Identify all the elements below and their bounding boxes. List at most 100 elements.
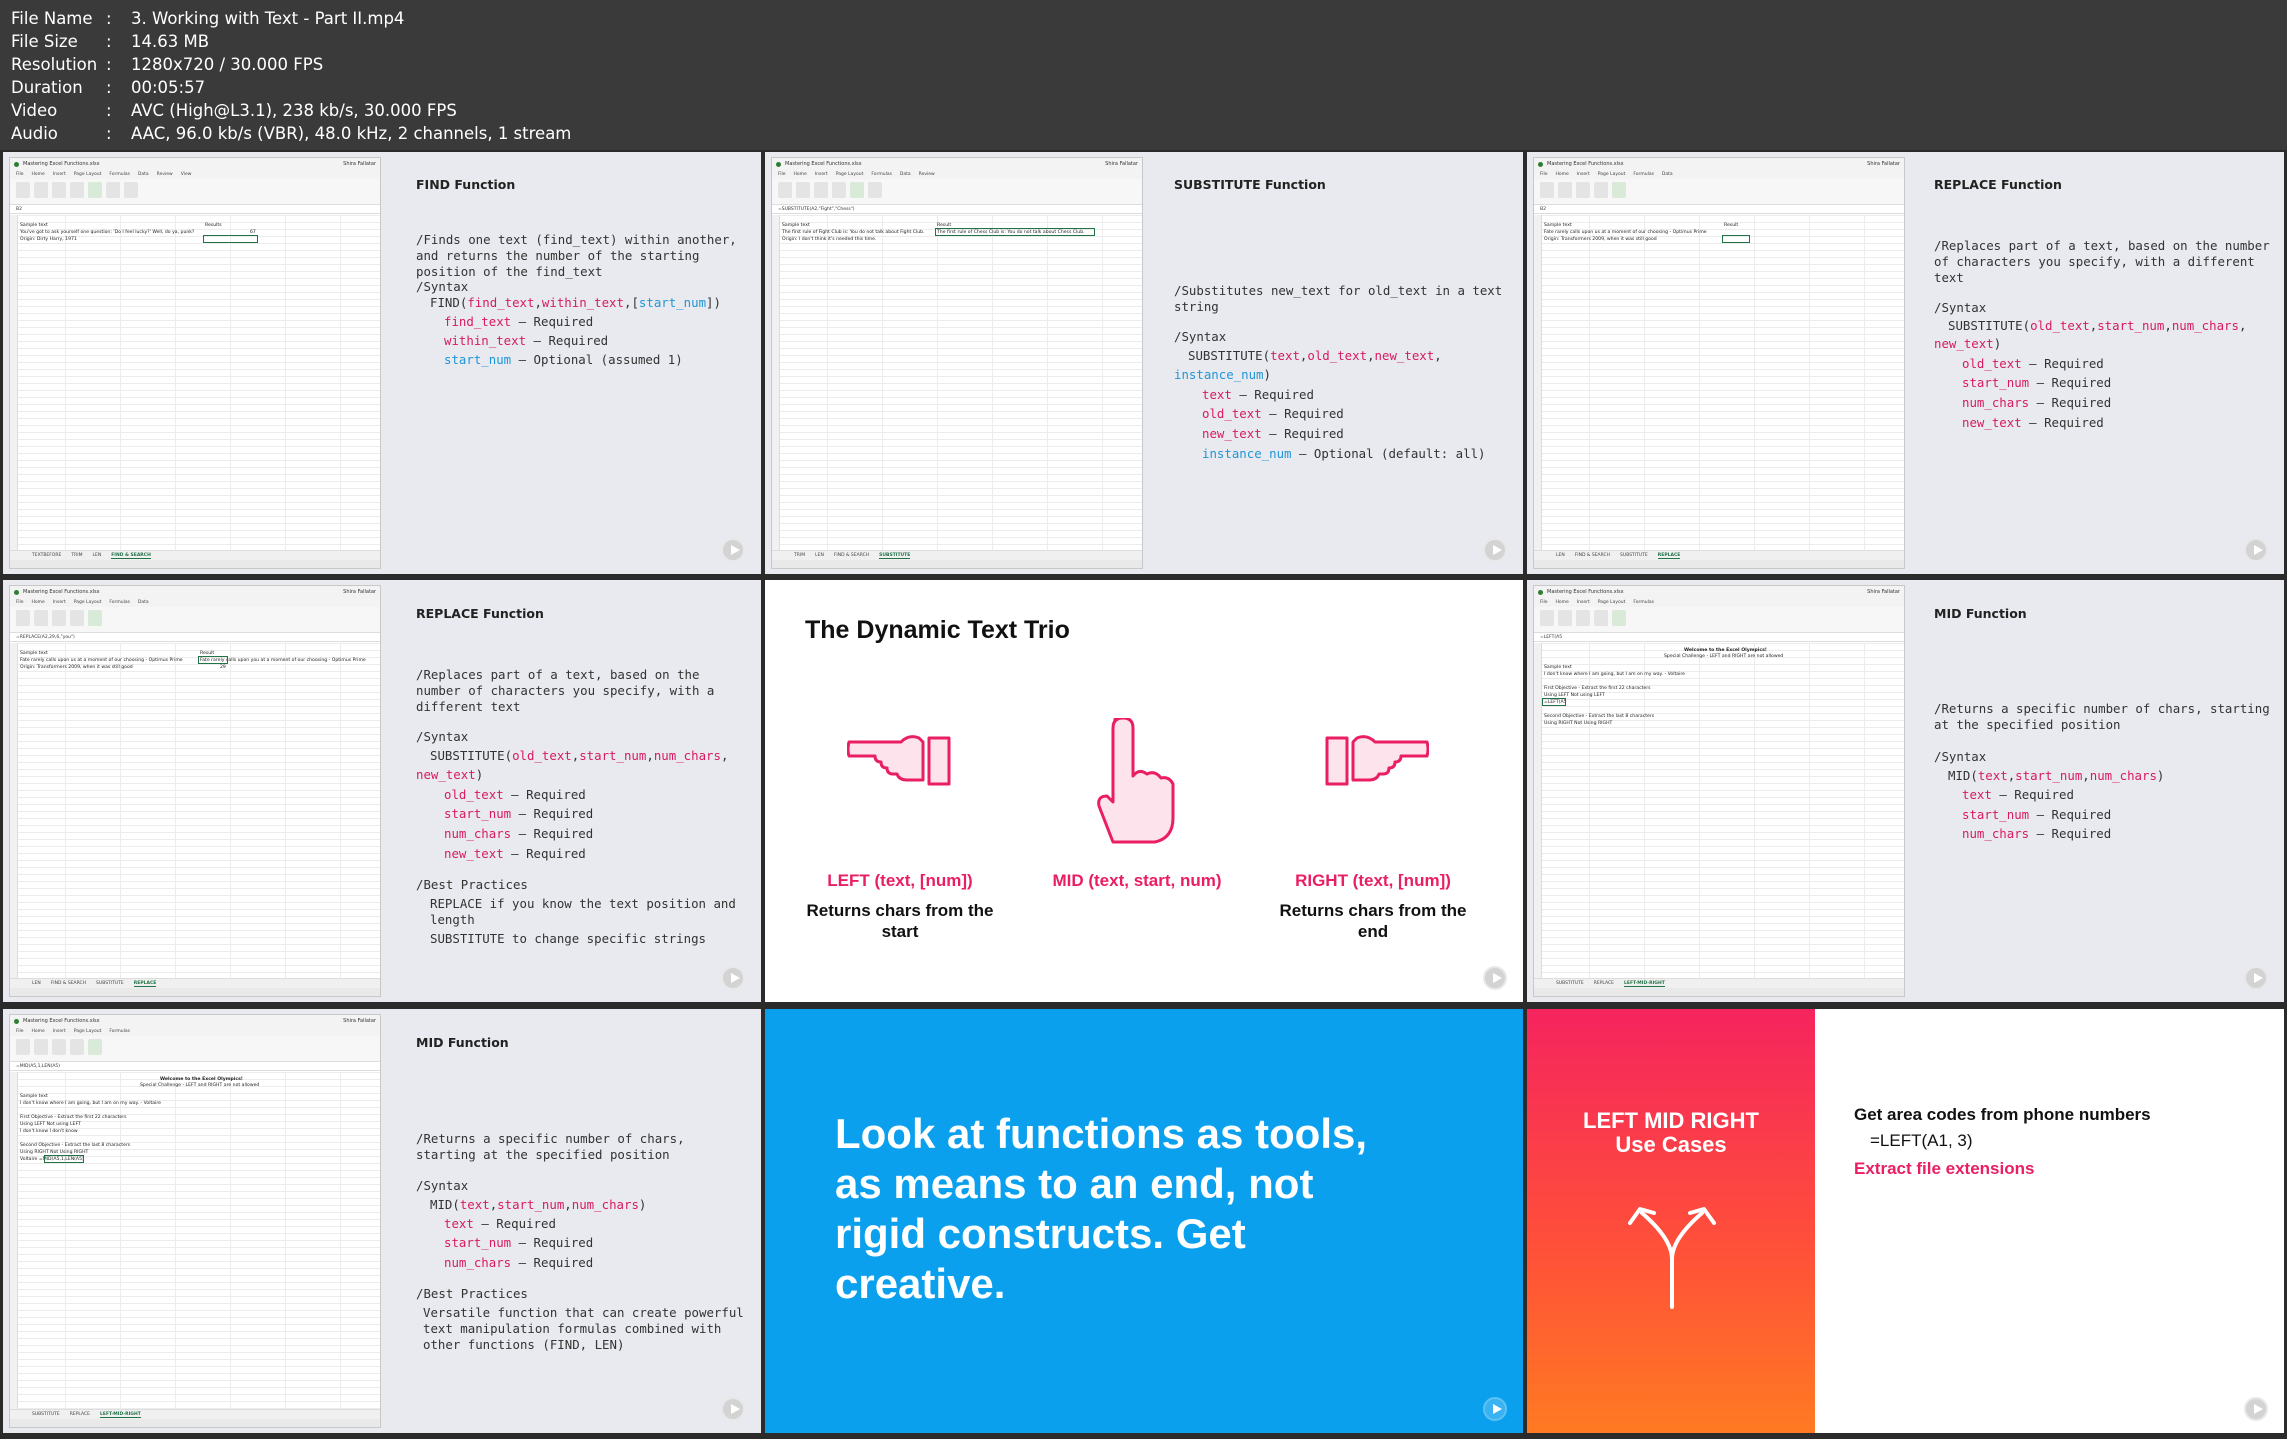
menu-data[interactable]: Data — [1662, 172, 1673, 177]
menu-data[interactable]: Data — [138, 172, 149, 177]
tab-replace[interactable]: REPLACE — [1594, 981, 1614, 986]
selected-cell[interactable] — [1722, 235, 1750, 243]
formula-bar[interactable]: =LEFT(A5 — [1534, 633, 1904, 642]
menu-formulas[interactable]: Formulas — [109, 600, 130, 605]
cell-a1[interactable]: Sample text — [782, 222, 810, 229]
formula-bar[interactable]: B2 — [10, 205, 380, 214]
thumb-dynamic-text-trio[interactable]: The Dynamic Text Trio LEFT (text, [num])… — [765, 580, 1523, 1002]
cell-row[interactable]: First Objective - Extract the first 22 c… — [20, 1114, 127, 1121]
menu-home[interactable]: Home — [1556, 600, 1569, 605]
cell-row[interactable]: I don't know where I am going, but I am … — [20, 1100, 161, 1107]
sheet-grid[interactable]: Welcome to the Excel Olympics! Special C… — [1534, 643, 1904, 978]
cell-a1[interactable]: Sample text — [1544, 222, 1572, 229]
tab-left-mid-right[interactable]: LEFT-MID-RIGHT — [1624, 981, 1665, 987]
align-icon[interactable] — [1576, 182, 1590, 198]
menu-file[interactable]: File — [1540, 600, 1548, 605]
styles-icon[interactable] — [850, 182, 864, 198]
thumb-mid-best-practices[interactable]: Mastering Excel Functions.xlsx Shira Fall… — [3, 1009, 761, 1433]
tab-substitute[interactable]: SUBSTITUTE — [879, 553, 911, 559]
thumb-replace-best-practices[interactable]: Mastering Excel Functions.xlsx Shira Fall… — [3, 580, 761, 1002]
cell-row[interactable]: Sample text — [20, 1093, 48, 1100]
paste-icon[interactable] — [16, 182, 30, 198]
align-icon[interactable] — [52, 1039, 66, 1055]
paste-icon[interactable] — [16, 610, 30, 626]
paste-icon[interactable] — [1540, 610, 1554, 626]
cell-a2[interactable]: Fate rarely calls upon us at a moment of… — [20, 657, 183, 664]
menu-page-layout[interactable]: Page Layout — [1598, 600, 1626, 605]
menu-formulas[interactable]: Formulas — [1633, 600, 1654, 605]
cell-b1[interactable]: Result — [1724, 222, 1738, 229]
align-icon[interactable] — [814, 182, 828, 198]
cell-a3[interactable]: Origin: Transformers 2009, when it was s… — [1544, 236, 1657, 243]
menu-page-layout[interactable]: Page Layout — [74, 172, 102, 177]
play-icon[interactable] — [721, 538, 745, 562]
tab-trim[interactable]: TRIM — [71, 553, 82, 558]
styles-icon[interactable] — [88, 1039, 102, 1055]
styles-icon[interactable] — [88, 610, 102, 626]
cells-icon[interactable] — [106, 182, 120, 198]
thumb-quote-slide[interactable]: Look at functions as tools, as means to … — [765, 1009, 1523, 1433]
cell-a3[interactable]: Origin: Dirty Harry, 1971 — [20, 236, 77, 243]
cell-b1[interactable]: Results — [205, 222, 222, 229]
menu-insert[interactable]: Insert — [53, 172, 66, 177]
tab-replace[interactable]: REPLACE — [70, 1412, 90, 1417]
cell-row[interactable]: I don't know where I am going, but I am … — [1544, 671, 1685, 678]
cell-row[interactable]: Using LEFT Not using LEFT — [20, 1121, 81, 1128]
menu-home[interactable]: Home — [794, 172, 807, 177]
play-icon[interactable] — [2244, 538, 2268, 562]
menu-home[interactable]: Home — [32, 1029, 45, 1034]
menu-page-layout[interactable]: Page Layout — [74, 600, 102, 605]
menu-formulas[interactable]: Formulas — [109, 172, 130, 177]
cell-row[interactable]: Second Objective - Extract the last 8 ch… — [20, 1142, 130, 1149]
selected-cell[interactable] — [203, 235, 258, 243]
number-icon[interactable] — [832, 182, 846, 198]
thumb-substitute-function[interactable]: Mastering Excel Functions.xlsx Shira Fall… — [765, 152, 1523, 574]
tab-replace[interactable]: REPLACE — [1657, 553, 1681, 559]
tab-len[interactable]: LEN — [815, 553, 824, 558]
tab-textbefore[interactable]: TEXTBEFORE — [32, 553, 61, 558]
cell-row[interactable]: I don't know I don't know — [20, 1128, 78, 1135]
cell-row[interactable]: Using RIGHT Not Using RIGHT — [1544, 720, 1612, 727]
menu-insert[interactable]: Insert — [53, 1029, 66, 1034]
number-icon[interactable] — [1594, 610, 1608, 626]
selected-cell[interactable] — [44, 1155, 84, 1163]
formula-bar[interactable]: =MID(A5,1,LEN(A5) — [10, 1062, 380, 1071]
play-icon[interactable] — [1483, 1397, 1507, 1421]
styles-icon[interactable] — [1612, 610, 1626, 626]
cell-a2[interactable]: You've got to ask yourself one question:… — [20, 229, 194, 236]
align-icon[interactable] — [1576, 610, 1590, 626]
menu-page-layout[interactable]: Page Layout — [1598, 172, 1626, 177]
tab-trim[interactable]: TRIM — [794, 553, 805, 558]
play-icon[interactable] — [2244, 966, 2268, 990]
tab-left-mid-right[interactable]: LEFT-MID-RIGHT — [100, 1412, 141, 1418]
paste-icon[interactable] — [778, 182, 792, 198]
cells-icon[interactable] — [868, 182, 882, 198]
menu-file[interactable]: File — [778, 172, 786, 177]
play-icon[interactable] — [1483, 966, 1507, 990]
play-icon[interactable] — [721, 1397, 745, 1421]
thumb-find-function[interactable]: Mastering Excel Functions.xlsx Shira Fall… — [3, 152, 761, 574]
play-icon[interactable] — [1483, 538, 1507, 562]
styles-icon[interactable] — [1612, 182, 1626, 198]
cell-a2[interactable]: The first rule of Fight Club is: You do … — [782, 229, 925, 236]
menu-file[interactable]: File — [16, 600, 24, 605]
cell-row[interactable]: First Objective - Extract the first 22 c… — [1544, 685, 1651, 692]
tab-find-search[interactable]: FIND & SEARCH — [834, 553, 869, 558]
align-icon[interactable] — [52, 610, 66, 626]
font-icon[interactable] — [34, 182, 48, 198]
tab-find-search[interactable]: FIND & SEARCH — [1575, 553, 1610, 558]
menu-formulas[interactable]: Formulas — [109, 1029, 130, 1034]
number-icon[interactable] — [70, 182, 84, 198]
number-icon[interactable] — [70, 610, 84, 626]
cell-a3[interactable]: Origin: Transformers 2009, when it was s… — [20, 664, 133, 671]
menu-data[interactable]: Data — [138, 600, 149, 605]
tab-replace[interactable]: REPLACE — [133, 981, 157, 987]
align-icon[interactable] — [52, 182, 66, 198]
paste-icon[interactable] — [1540, 182, 1554, 198]
menu-insert[interactable]: Insert — [53, 600, 66, 605]
play-icon[interactable] — [2244, 1397, 2268, 1421]
menu-review[interactable]: Review — [157, 172, 173, 177]
menu-home[interactable]: Home — [32, 172, 45, 177]
editing-icon[interactable] — [124, 182, 138, 198]
number-icon[interactable] — [70, 1039, 84, 1055]
